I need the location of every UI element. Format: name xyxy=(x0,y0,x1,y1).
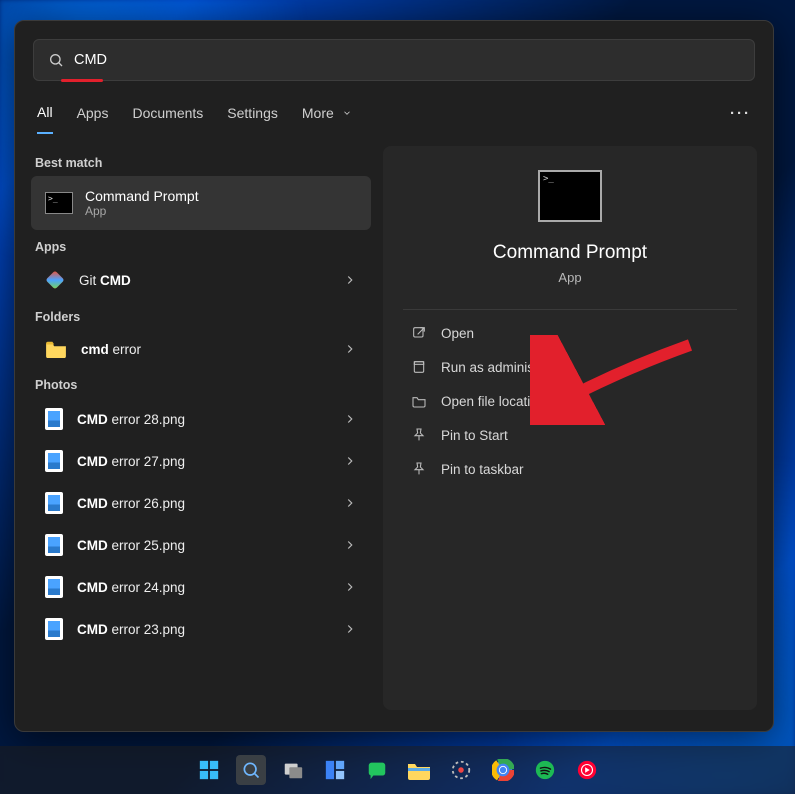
windows-icon xyxy=(198,759,220,781)
action-label: Run as administrator xyxy=(441,360,566,375)
action-run-as-administrator[interactable]: Run as administrator xyxy=(403,350,737,384)
chat-icon xyxy=(366,759,388,781)
widgets-button[interactable] xyxy=(320,755,350,785)
photo-result[interactable]: CMD error 28.png xyxy=(31,398,371,440)
detail-title: Command Prompt xyxy=(493,242,647,264)
tab-more[interactable]: More xyxy=(302,105,352,133)
action-open[interactable]: Open xyxy=(403,316,737,350)
chevron-down-icon xyxy=(342,108,352,118)
filter-tabs: All Apps Documents Settings More ··· xyxy=(15,82,773,134)
section-best-match: Best match xyxy=(31,146,371,176)
task-view-icon xyxy=(282,759,304,781)
circle-dots-icon xyxy=(450,759,472,781)
results-column: Best match Command Prompt App Apps Git C… xyxy=(31,146,371,710)
tab-more-label: More xyxy=(302,105,334,121)
shield-icon xyxy=(411,359,427,375)
photo-result[interactable]: CMD error 26.png xyxy=(31,482,371,524)
task-view-button[interactable] xyxy=(278,755,308,785)
taskbar-app-generic[interactable] xyxy=(446,755,476,785)
git-icon xyxy=(41,266,69,294)
taskbar-app-explorer[interactable] xyxy=(404,755,434,785)
folder-icon xyxy=(411,393,427,409)
taskbar-app-chat[interactable] xyxy=(362,755,392,785)
action-pin-to-taskbar[interactable]: Pin to taskbar xyxy=(403,452,737,486)
result-label: Git CMD xyxy=(79,273,329,288)
result-label: CMD error 27.png xyxy=(77,454,329,469)
result-label: CMD error 24.png xyxy=(77,580,329,595)
chevron-right-icon xyxy=(343,622,357,636)
chevron-right-icon xyxy=(343,412,357,426)
youtube-music-icon xyxy=(576,759,598,781)
photo-result[interactable]: CMD error 23.png xyxy=(31,608,371,650)
image-file-icon xyxy=(45,534,63,556)
open-icon xyxy=(411,325,427,341)
tab-apps[interactable]: Apps xyxy=(77,105,109,133)
image-file-icon xyxy=(45,492,63,514)
action-label: Pin to Start xyxy=(441,428,508,443)
divider xyxy=(403,309,737,310)
start-button[interactable] xyxy=(194,755,224,785)
search-query-text: CMD xyxy=(74,52,107,68)
result-label: CMD error 26.png xyxy=(77,496,329,511)
best-match-result[interactable]: Command Prompt App xyxy=(31,176,371,230)
result-label: cmd error xyxy=(81,342,329,357)
photo-result[interactable]: CMD error 25.png xyxy=(31,524,371,566)
taskbar xyxy=(0,746,795,794)
command-prompt-icon xyxy=(538,170,602,222)
chevron-right-icon xyxy=(343,538,357,552)
chevron-right-icon xyxy=(343,454,357,468)
app-result-git-cmd[interactable]: Git CMD xyxy=(31,260,371,300)
chevron-right-icon xyxy=(343,273,357,287)
pin-icon xyxy=(411,427,427,443)
best-match-subtitle: App xyxy=(85,204,199,218)
taskbar-app-youtube-music[interactable] xyxy=(572,755,602,785)
section-apps: Apps xyxy=(31,230,371,260)
tab-all[interactable]: All xyxy=(37,104,53,134)
action-label: Open file location xyxy=(441,394,545,409)
image-file-icon xyxy=(45,408,63,430)
photo-result[interactable]: CMD error 27.png xyxy=(31,440,371,482)
folder-icon xyxy=(45,340,67,358)
overflow-menu-button[interactable]: ··· xyxy=(730,105,751,134)
chevron-right-icon xyxy=(343,342,357,356)
pin-icon xyxy=(411,461,427,477)
result-label: CMD error 28.png xyxy=(77,412,329,427)
photo-result[interactable]: CMD error 24.png xyxy=(31,566,371,608)
search-icon xyxy=(48,52,64,68)
section-photos: Photos xyxy=(31,368,371,398)
widgets-icon xyxy=(324,759,346,781)
action-open-file-location[interactable]: Open file location xyxy=(403,384,737,418)
result-label: CMD error 25.png xyxy=(77,538,329,553)
chrome-icon xyxy=(492,759,514,781)
start-search-panel: CMD All Apps Documents Settings More ···… xyxy=(14,20,774,732)
search-icon xyxy=(241,760,261,780)
detail-subtitle: App xyxy=(558,270,581,285)
image-file-icon xyxy=(45,576,63,598)
action-label: Pin to taskbar xyxy=(441,462,524,477)
command-prompt-icon xyxy=(45,192,73,214)
tab-documents[interactable]: Documents xyxy=(132,105,203,133)
spotify-icon xyxy=(534,759,556,781)
taskbar-search-button[interactable] xyxy=(236,755,266,785)
image-file-icon xyxy=(45,450,63,472)
tab-settings[interactable]: Settings xyxy=(227,105,278,133)
chevron-right-icon xyxy=(343,496,357,510)
folder-result-cmd-error[interactable]: cmd error xyxy=(31,330,371,368)
taskbar-app-chrome[interactable] xyxy=(488,755,518,785)
search-input[interactable]: CMD xyxy=(33,39,755,81)
detail-pane: Command Prompt App Open Run as administr… xyxy=(383,146,757,710)
taskbar-app-spotify[interactable] xyxy=(530,755,560,785)
image-file-icon xyxy=(45,618,63,640)
section-folders: Folders xyxy=(31,300,371,330)
action-label: Open xyxy=(441,326,474,341)
result-label: CMD error 23.png xyxy=(77,622,329,637)
folder-icon xyxy=(407,760,431,780)
best-match-title: Command Prompt xyxy=(85,188,199,204)
chevron-right-icon xyxy=(343,580,357,594)
action-pin-to-start[interactable]: Pin to Start xyxy=(403,418,737,452)
